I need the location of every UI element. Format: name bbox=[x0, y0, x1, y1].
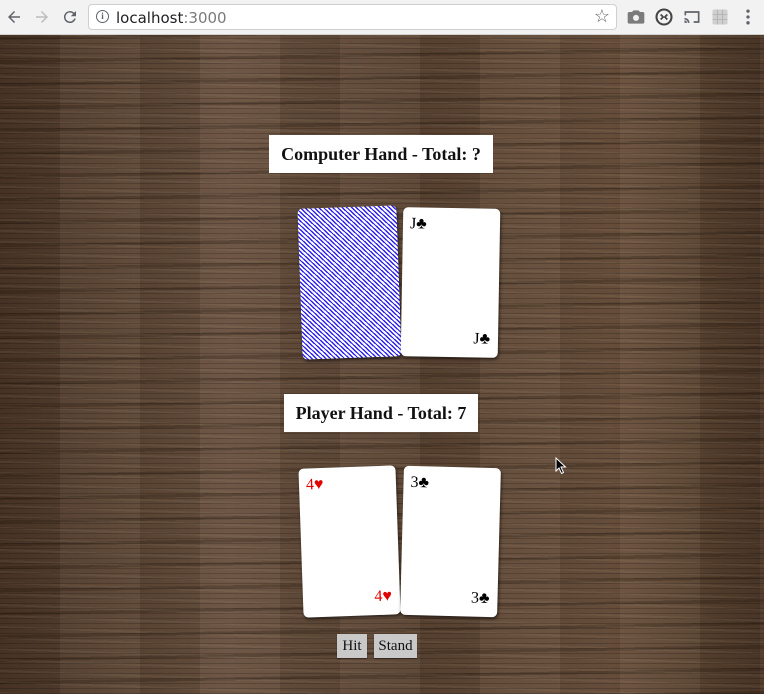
back-icon[interactable] bbox=[2, 5, 26, 29]
stand-button[interactable]: Stand bbox=[374, 634, 417, 658]
card-corner-bottom: 3♣ bbox=[470, 589, 490, 608]
card-corner-top: 4♥ bbox=[305, 475, 324, 494]
sync-icon[interactable] bbox=[654, 7, 674, 27]
player-card-three-clubs: 3♣ 3♣ bbox=[400, 465, 501, 618]
computer-hand-title: Computer Hand - Total: ? bbox=[269, 135, 493, 173]
card-corner-bottom: J♣ bbox=[473, 330, 491, 348]
menu-icon[interactable] bbox=[738, 7, 758, 27]
player-hand-title: Player Hand - Total: 7 bbox=[284, 394, 478, 432]
reload-icon[interactable] bbox=[58, 5, 82, 29]
cast-icon[interactable] bbox=[682, 7, 702, 27]
camera-icon[interactable] bbox=[626, 7, 646, 27]
hit-button[interactable]: Hit bbox=[337, 634, 367, 658]
card-corner-top: J♣ bbox=[409, 215, 427, 233]
url-text: localhost:3000 bbox=[116, 9, 227, 27]
card-corner-bottom: 4♥ bbox=[374, 587, 393, 606]
player-card-four-hearts: 4♥ 4♥ bbox=[298, 465, 401, 618]
info-icon[interactable]: i bbox=[96, 10, 109, 23]
extension-icon[interactable] bbox=[710, 7, 730, 27]
address-bar[interactable]: i localhost:3000 ☆ bbox=[88, 4, 617, 30]
mouse-pointer-icon bbox=[555, 457, 567, 475]
card-corner-top: 3♣ bbox=[410, 473, 430, 492]
star-icon[interactable]: ☆ bbox=[594, 6, 610, 27]
computer-card-jack-clubs: J♣ J♣ bbox=[400, 207, 501, 358]
computer-card-face-down bbox=[297, 205, 402, 360]
forward-icon[interactable] bbox=[30, 5, 54, 29]
browser-toolbar: i localhost:3000 ☆ bbox=[0, 0, 764, 35]
game-table: Computer Hand - Total: ? J♣ J♣ Player Ha… bbox=[0, 35, 764, 694]
